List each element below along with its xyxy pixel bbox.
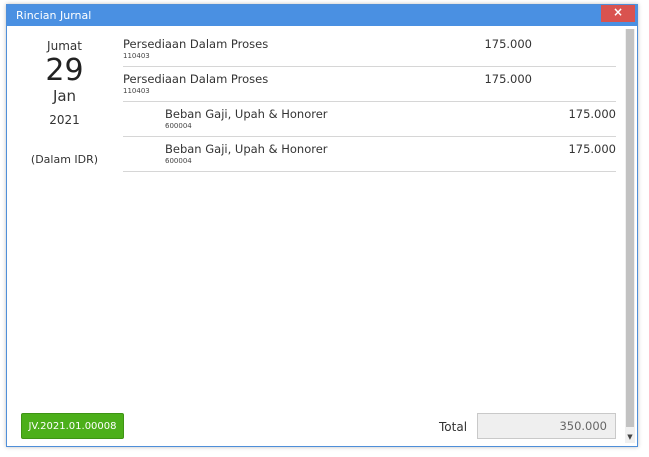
account-code: 110403 bbox=[123, 87, 150, 95]
credit-amount: 175.000 bbox=[568, 142, 616, 156]
vertical-scrollbar[interactable]: ▼ bbox=[625, 29, 635, 443]
debit-amount: 175.000 bbox=[484, 37, 532, 51]
currency-note: (Dalam IDR) bbox=[30, 153, 99, 166]
account-name: Beban Gaji, Upah & Honorer bbox=[165, 107, 328, 121]
close-button[interactable]: × bbox=[601, 5, 635, 22]
credit-amount: 175.000 bbox=[568, 107, 616, 121]
scrollbar-thumb[interactable] bbox=[626, 29, 634, 427]
account-name: Beban Gaji, Upah & Honorer bbox=[165, 142, 328, 156]
journal-entries-list: Persediaan Dalam Proses 110403 175.000 P… bbox=[123, 33, 616, 173]
debit-amount: 175.000 bbox=[484, 72, 532, 86]
title-bar[interactable]: Rincian Jurnal × bbox=[7, 5, 637, 26]
account-code: 600004 bbox=[165, 122, 192, 130]
journal-number-button[interactable]: JV.2021.01.00008 bbox=[21, 413, 124, 439]
account-code: 600004 bbox=[165, 157, 192, 165]
account-name: Persediaan Dalam Proses bbox=[123, 37, 269, 51]
date-month: Jan bbox=[52, 87, 77, 105]
journal-entry-row: Persediaan Dalam Proses 110403 175.000 bbox=[123, 33, 616, 67]
journal-date: Jumat 29 Jan 2021 (Dalam IDR) bbox=[7, 35, 122, 166]
journal-detail-window: Rincian Jurnal × Jumat 29 Jan 2021 (Dala… bbox=[6, 4, 638, 447]
journal-entry-row: Persediaan Dalam Proses 110403 175.000 bbox=[123, 68, 616, 102]
window-title: Rincian Jurnal bbox=[16, 9, 92, 22]
date-day: 29 bbox=[45, 53, 84, 88]
account-code: 110403 bbox=[123, 52, 150, 60]
date-year: 2021 bbox=[49, 113, 80, 127]
scroll-down-arrow-icon[interactable]: ▼ bbox=[625, 431, 635, 443]
journal-entry-row: Beban Gaji, Upah & Honorer 600004 175.00… bbox=[123, 138, 616, 172]
date-weekday: Jumat bbox=[47, 39, 82, 53]
account-name: Persediaan Dalam Proses bbox=[123, 72, 269, 86]
total-label: Total bbox=[439, 420, 468, 434]
total-value-field: 350.000 bbox=[477, 413, 616, 439]
journal-entry-row: Beban Gaji, Upah & Honorer 600004 175.00… bbox=[123, 103, 616, 137]
